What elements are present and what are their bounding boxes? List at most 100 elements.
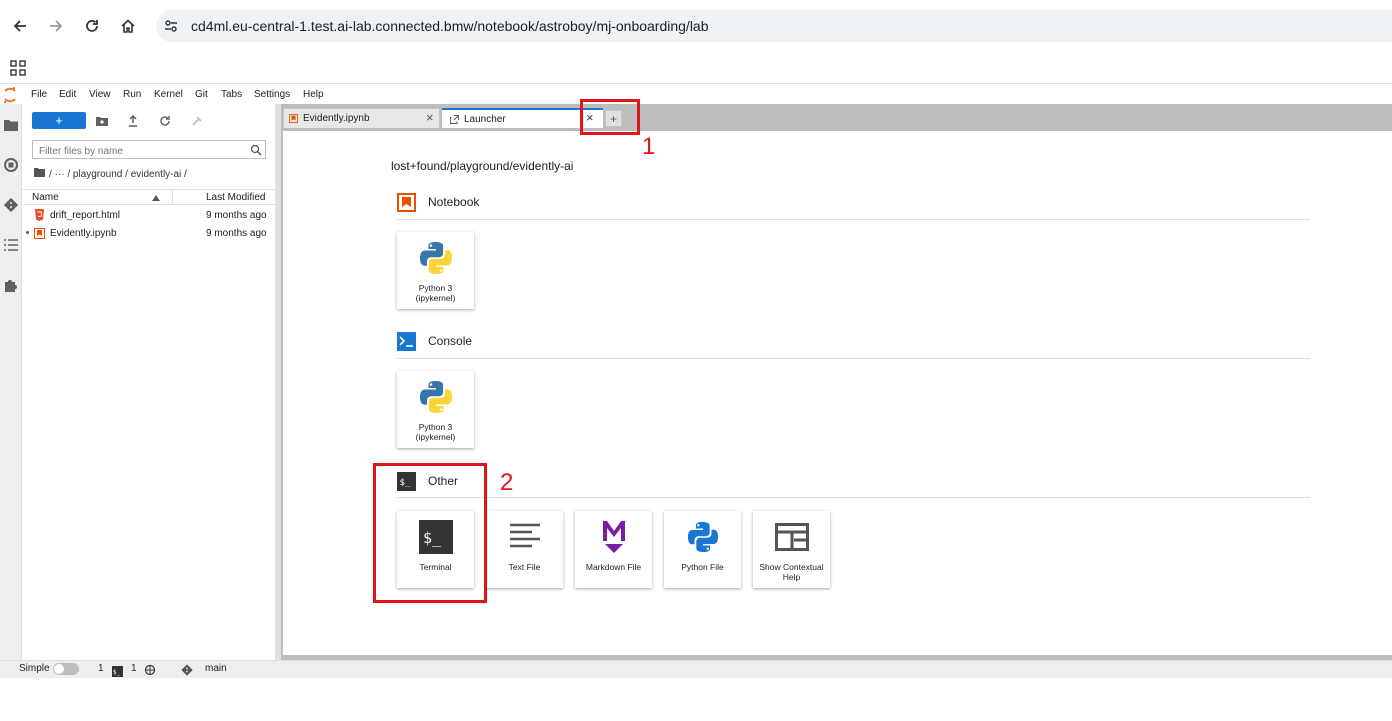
markdown-file-card[interactable]: Markdown File	[575, 511, 652, 588]
menu-edit[interactable]: Edit	[59, 89, 76, 100]
menu-git[interactable]: Git	[195, 89, 208, 100]
notebook-file-icon	[34, 228, 45, 242]
tab-launcher[interactable]: Launcher ×	[442, 108, 603, 128]
svg-text:$_: $_	[113, 669, 121, 676]
menu-settings[interactable]: Settings	[254, 89, 290, 100]
card-label: Text File	[508, 562, 541, 572]
html5-file-icon	[35, 209, 44, 224]
site-info-icon[interactable]	[163, 18, 179, 39]
section-notebook-header: Notebook	[397, 192, 479, 212]
menu-file[interactable]: File	[31, 89, 47, 100]
breadcrumb-path[interactable]: / ··· / playground / evidently-ai /	[49, 169, 187, 180]
menu-run[interactable]: Run	[123, 89, 141, 100]
breadcrumb: / ··· / playground / evidently-ai /	[34, 168, 187, 180]
git-branch-icon[interactable]	[181, 663, 193, 681]
home-icon	[121, 19, 135, 33]
annotation-number-1: 1	[642, 133, 656, 160]
file-modified: 9 months ago	[206, 228, 267, 239]
new-folder-icon[interactable]	[95, 114, 109, 128]
tab-evidently-notebook[interactable]: Evidently.ipynb ×	[283, 108, 440, 128]
browser-toolbar: cd4ml.eu-central-1.test.ai-lab.connected…	[0, 0, 1392, 52]
back-arrow-icon	[13, 20, 26, 32]
python-file-card[interactable]: Python File	[664, 511, 741, 588]
python-logo-icon	[397, 240, 474, 276]
forward-arrow-icon	[50, 20, 63, 32]
menu-help[interactable]: Help	[303, 89, 324, 100]
upload-icon[interactable]	[126, 114, 140, 128]
notebook-section-icon	[397, 192, 416, 212]
annotation-box-2	[373, 463, 487, 603]
bookmarks-bar	[0, 52, 1392, 84]
kernel-count[interactable]: 1	[98, 663, 104, 674]
launcher-tab-icon	[450, 114, 459, 124]
menu-view[interactable]: View	[89, 89, 111, 100]
contextual-help-card[interactable]: Show Contextual Help	[753, 511, 830, 588]
card-label: Python File	[681, 562, 724, 572]
menu-kernel[interactable]: Kernel	[154, 89, 183, 100]
file-row-drift-report[interactable]: drift_report.html 9 months ago	[22, 207, 275, 225]
column-modified-header[interactable]: Last Modified	[206, 192, 265, 203]
filter-files-input[interactable]	[33, 143, 238, 160]
markdown-icon	[575, 519, 652, 555]
file-list-header: Name Last Modified	[22, 189, 275, 205]
kernel-status-icon[interactable]	[144, 663, 156, 681]
search-icon	[250, 143, 262, 161]
reload-icon	[86, 20, 98, 32]
notebook-python3-card[interactable]: Python 3 (ipykernel)	[397, 232, 474, 309]
clear-filter-icon[interactable]	[190, 114, 204, 128]
file-browser-panel	[22, 104, 275, 660]
folder-icon[interactable]	[4, 118, 18, 136]
git-branch-name[interactable]: main	[205, 663, 227, 674]
card-label: Markdown File	[585, 562, 642, 572]
section-console-header: Console	[397, 331, 472, 351]
running-kernels-icon[interactable]	[4, 158, 18, 177]
file-row-evidently-notebook[interactable]: Evidently.ipynb 9 months ago	[22, 225, 275, 243]
extensions-icon[interactable]	[4, 278, 18, 297]
column-name-header[interactable]: Name	[32, 192, 59, 203]
card-label: Python 3 (ipykernel)	[415, 283, 456, 303]
reload-button[interactable]	[78, 12, 106, 40]
forward-button[interactable]	[42, 12, 70, 40]
text-file-card[interactable]: Text File	[486, 511, 563, 588]
new-launcher-button[interactable]: +	[32, 112, 86, 129]
contextual-help-icon	[753, 519, 830, 555]
simple-mode-label: Simple	[19, 663, 50, 674]
annotation-number-2: 2	[500, 469, 514, 496]
terminal-count[interactable]: 1	[131, 663, 137, 674]
table-of-contents-icon[interactable]	[4, 238, 18, 256]
file-name: Evidently.ipynb	[50, 228, 117, 239]
apps-grid-icon[interactable]	[10, 60, 26, 81]
running-indicator	[26, 231, 29, 234]
python-logo-icon	[664, 519, 741, 555]
notebook-tab-icon	[289, 114, 298, 123]
section-divider	[397, 219, 1310, 220]
text-lines-icon	[486, 519, 563, 555]
back-button[interactable]	[6, 12, 34, 40]
menu-tabs[interactable]: Tabs	[221, 89, 242, 100]
url-text[interactable]: cd4ml.eu-central-1.test.ai-lab.connected…	[191, 18, 709, 34]
column-divider	[172, 190, 173, 204]
terminal-status-icon[interactable]: $_	[112, 664, 123, 682]
jupyter-menubar	[0, 86, 1392, 104]
console-python3-card[interactable]: Python 3 (ipykernel)	[397, 371, 474, 448]
card-label: Python 3 (ipykernel)	[415, 422, 456, 442]
close-tab-icon[interactable]: ×	[426, 111, 434, 124]
refresh-icon[interactable]	[158, 114, 172, 128]
launcher-cwd: lost+found/playground/evidently-ai	[391, 159, 574, 173]
sort-ascending-icon	[152, 193, 160, 204]
python-logo-icon	[397, 379, 474, 415]
file-name: drift_report.html	[50, 210, 121, 221]
file-modified: 9 months ago	[206, 210, 267, 221]
tab-label: Evidently.ipynb	[303, 113, 370, 124]
section-title: Notebook	[428, 195, 480, 209]
left-activity-bar	[0, 104, 22, 660]
home-folder-icon[interactable]	[34, 168, 45, 180]
git-icon[interactable]	[3, 197, 19, 217]
annotation-box-1	[580, 99, 640, 135]
home-button[interactable]	[114, 12, 142, 40]
tab-label: Launcher	[464, 113, 506, 125]
section-divider	[397, 497, 1310, 498]
filter-box	[32, 140, 266, 161]
console-section-icon	[397, 331, 416, 351]
simple-mode-toggle[interactable]	[53, 663, 79, 675]
